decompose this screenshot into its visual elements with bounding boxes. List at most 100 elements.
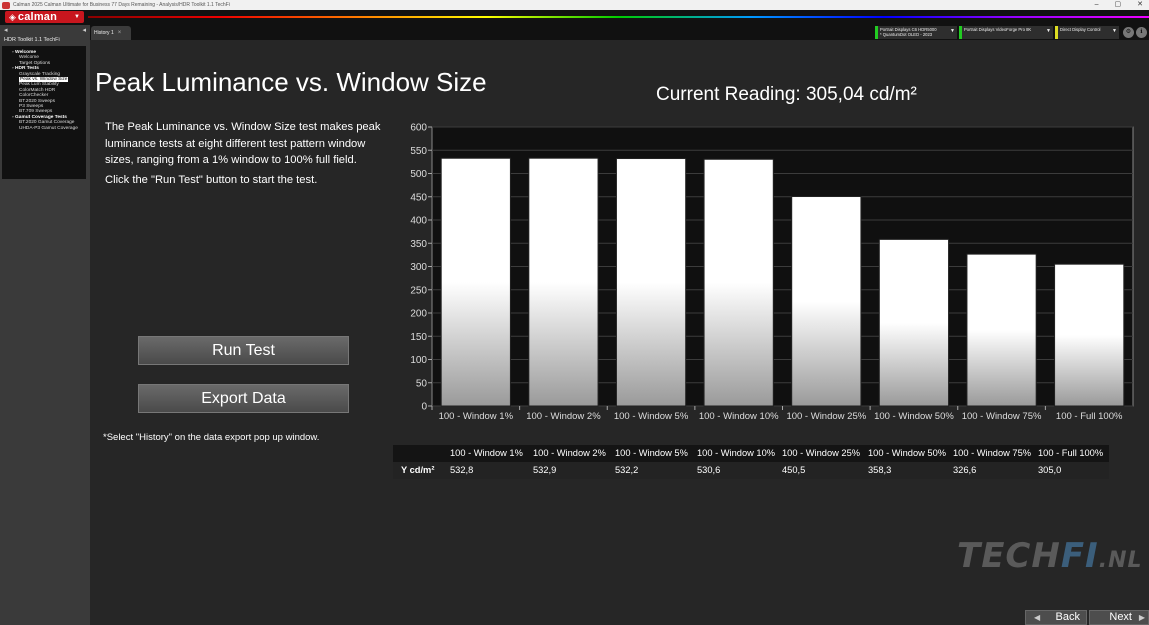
y-tick-label: 50 — [416, 378, 428, 389]
sidebar-item-label: UHDA-P3 Gamut Coverage — [19, 125, 78, 131]
table-column-header: 100 - Window 25% — [782, 448, 861, 458]
app-header: ◈ calman ▼ — [0, 10, 1149, 25]
bar — [703, 158, 774, 407]
sidebar-item-label: Welcome — [19, 55, 39, 61]
display-device-name: Direct Display Control — [1060, 27, 1101, 32]
chevron-down-icon: ▼ — [74, 14, 80, 20]
sidebar-expand-icon[interactable]: ◂ — [4, 26, 8, 34]
sidebar-item[interactable]: UHDA-P3 Gamut Coverage — [2, 126, 86, 131]
generator-device-selector[interactable]: Portrait Displays VideoForge Pro 8K ▼ — [959, 26, 1053, 39]
x-tick-label: 100 - Full 100% — [1056, 411, 1123, 422]
close-icon[interactable]: ✕ — [1137, 0, 1143, 10]
table-cell: 532,2 — [615, 465, 639, 475]
tab-bar: History 1 × Portrait Displays C6 HDR5000… — [90, 25, 1149, 40]
tab-close-icon[interactable]: × — [118, 30, 122, 36]
generator-device-name: Portrait Displays VideoForge Pro 8K — [964, 27, 1032, 32]
tab-history-1[interactable]: History 1 × — [91, 26, 131, 40]
logo-text: calman — [17, 11, 58, 23]
back-arrow-icon: ◀ — [1034, 613, 1041, 622]
title-bar: Calman 2025 Calman Ultimate for Business… — [0, 0, 1149, 10]
y-tick-label: 100 — [410, 355, 427, 366]
y-tick-label: 300 — [410, 262, 427, 273]
test-description: The Peak Luminance vs. Window Size test … — [105, 121, 381, 166]
next-button[interactable]: Next ▶ — [1089, 610, 1149, 625]
bar — [440, 157, 511, 407]
x-tick-label: 100 - Window 5% — [614, 411, 689, 422]
maximize-icon[interactable]: ▢ — [1115, 0, 1122, 10]
row-label: Y cd/m² — [401, 465, 435, 475]
info-icon[interactable]: ℹ — [1136, 27, 1147, 38]
y-tick-label: 350 — [410, 239, 427, 250]
table-column-header: 100 - Window 75% — [953, 448, 1032, 458]
sidebar-item-label: BT.2020 Sweeps — [19, 98, 55, 104]
main-panel: Peak Luminance vs. Window Size Current R… — [90, 40, 1149, 625]
next-arrow-icon: ▶ — [1138, 613, 1145, 622]
source-device-profile: * QuantumDot OLED - 2023 — [880, 32, 933, 37]
workflow-title: HDR Toolkit 1.1 TechFi — [4, 37, 60, 43]
sidebar-item-label: ColorChecker — [19, 93, 49, 99]
page-title: Peak Luminance vs. Window Size — [95, 67, 487, 97]
calman-app-icon — [2, 1, 10, 9]
bar — [1054, 263, 1125, 407]
x-tick-label: 100 - Window 2% — [526, 411, 601, 422]
bar — [615, 158, 687, 407]
table-cell: 450,5 — [782, 465, 806, 475]
table-cell: 532,9 — [533, 465, 557, 475]
table-cell: 305,0 — [1038, 465, 1062, 475]
sidebar: ◂ ◂ HDR Toolkit 1.1 TechFi ▫ Welcome Welc… — [0, 25, 90, 625]
back-label: Back — [1055, 611, 1080, 623]
table-column-header: 100 - Window 1% — [450, 448, 523, 458]
y-tick-label: 200 — [410, 309, 427, 320]
y-tick-label: 0 — [421, 402, 427, 413]
settings-gear-icon[interactable]: ⚙ — [1123, 27, 1134, 38]
chevron-down-icon: ▼ — [950, 28, 955, 34]
workflow-tree: ▫ Welcome Welcome Target Options ▫ HDR Test… — [2, 46, 86, 179]
sidebar-collapse-icon[interactable]: ◂ — [82, 26, 86, 34]
chevron-down-icon: ▼ — [1112, 28, 1117, 34]
table-column-header: 100 - Window 2% — [533, 448, 606, 458]
bar — [966, 253, 1037, 407]
calman-logo-icon: ◈ — [9, 11, 16, 22]
table-cell: 358,3 — [868, 465, 892, 475]
current-reading: Current Reading: 305,04 cd/m² — [656, 84, 917, 105]
y-tick-label: 600 — [410, 123, 427, 134]
bar — [791, 196, 862, 407]
export-data-button[interactable]: Export Data — [138, 384, 349, 413]
app-window: Calman 2025 Calman Ultimate for Business… — [0, 0, 1149, 625]
sidebar-toolbar: ◂ ◂ — [0, 25, 90, 36]
tab-label: History 1 — [94, 30, 114, 36]
table-header-row: 100 - Window 1% 100 - Window 2% 100 - Wind… — [393, 445, 1109, 462]
sidebar-item-label: HDR Tests — [15, 66, 39, 72]
export-note: *Select "History" on the data export pop… — [103, 432, 320, 443]
y-tick-label: 250 — [410, 285, 427, 296]
table-column-header: 100 - Full 100% — [1038, 448, 1104, 458]
sidebar-item-label: BT.2020 Gamut Coverage — [19, 120, 75, 126]
rainbow-stripe — [88, 16, 1149, 18]
run-test-button[interactable]: Run Test — [138, 336, 349, 365]
bar — [528, 157, 599, 407]
minimize-icon[interactable]: – — [1095, 0, 1099, 10]
sidebar-item-label: Grayscale Tracking — [19, 71, 61, 77]
chevron-down-icon: ▼ — [1046, 28, 1051, 34]
x-tick-label: 100 - Window 1% — [439, 411, 514, 422]
table-cell: 530,6 — [697, 465, 721, 475]
source-device-selector[interactable]: Portrait Displays C6 HDR5000 * QuantumDo… — [875, 26, 957, 39]
x-tick-label: 100 - Window 75% — [962, 411, 1042, 422]
y-tick-label: 450 — [410, 192, 427, 203]
table-column-header: 100 - Window 50% — [868, 448, 947, 458]
sidebar-item-label: Peak Lum Stability — [19, 82, 59, 88]
window-title: Calman 2025 Calman Ultimate for Business… — [13, 2, 230, 8]
table-cell: 532,8 — [450, 465, 474, 475]
table-cell: 326,6 — [953, 465, 977, 475]
techfi-watermark-logo: TECHFI.NL — [957, 536, 1143, 576]
table-column-header: 100 - Window 10% — [697, 448, 776, 458]
display-device-selector[interactable]: Direct Display Control ▼ — [1055, 26, 1119, 39]
peak-luminance-chart: 0 50 100 150 200 250 300 350 400 450 500 550 600 100 … — [410, 123, 1134, 422]
bar — [878, 238, 950, 407]
calman-menu-button[interactable]: ◈ calman ▼ — [5, 11, 84, 23]
y-tick-label: 400 — [410, 216, 427, 227]
table-column-header: 100 - Window 5% — [615, 448, 688, 458]
next-label: Next — [1109, 611, 1132, 623]
back-button[interactable]: ◀ Back — [1025, 610, 1087, 625]
table-row: Y cd/m² 532,8 532,9 532,2 530,6 450,5 358,3 32… — [393, 462, 1109, 479]
